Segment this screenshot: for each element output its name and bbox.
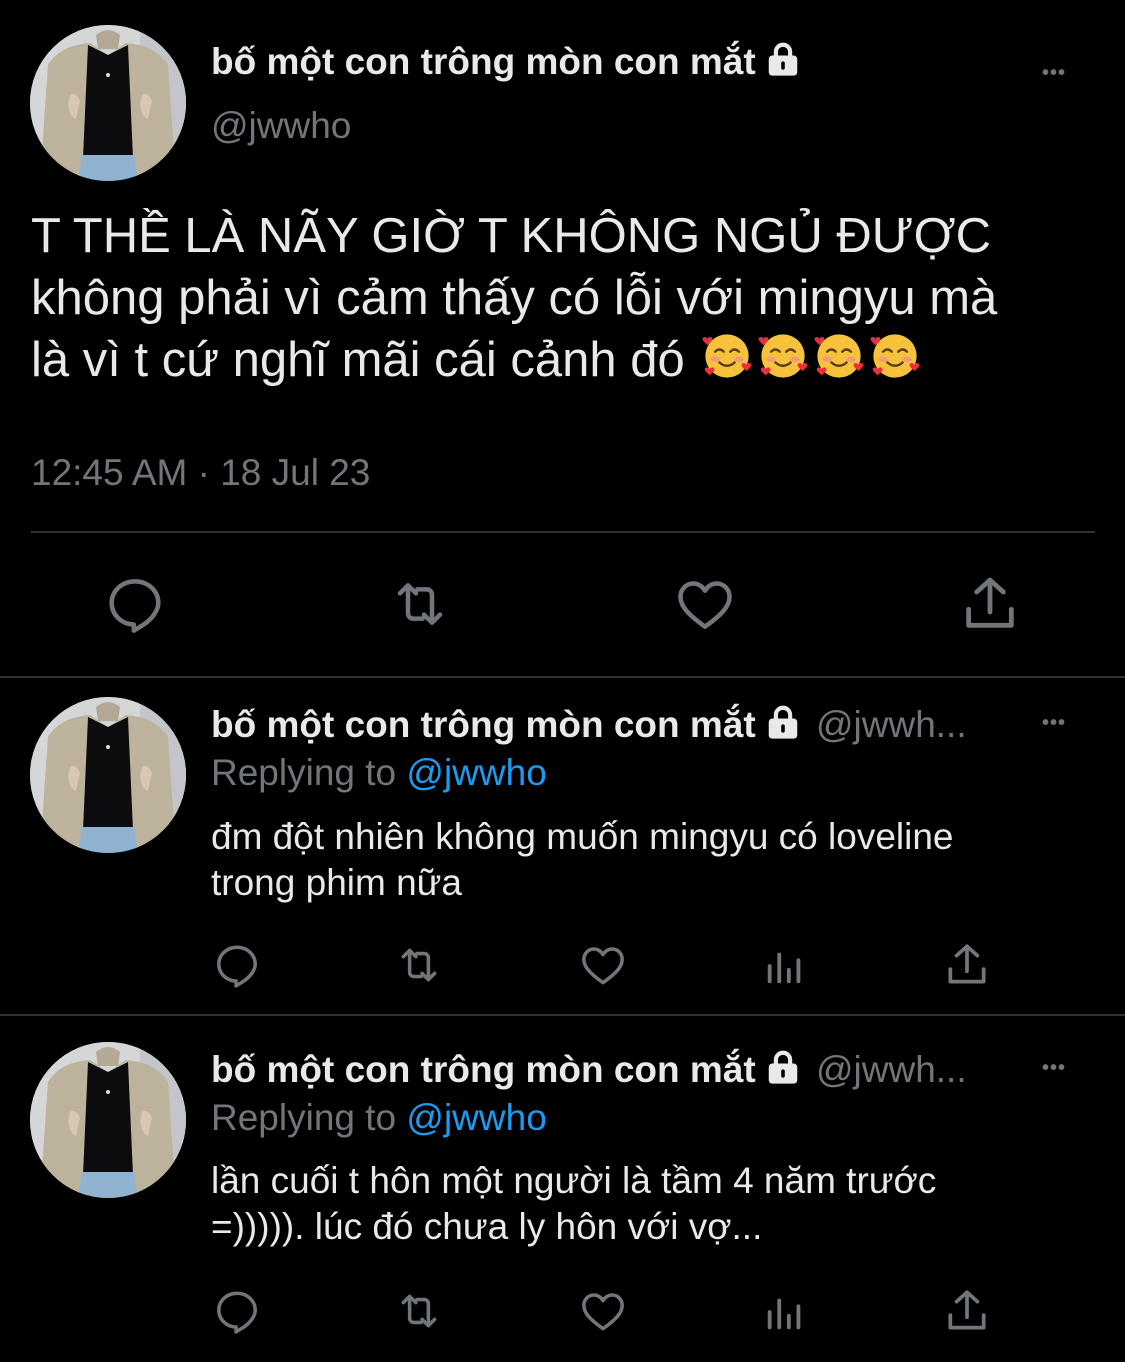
replying-to: Replying to @jwwho	[211, 752, 547, 793]
smiling-face-with-hearts-icon	[701, 330, 753, 397]
smiling-face-with-hearts-icon	[757, 330, 809, 397]
replying-to-link[interactable]: @jwwho	[406, 752, 546, 793]
share-icon[interactable]	[942, 940, 992, 990]
reply-text: lần cuối t hôn một người là tầm 4 năm tr…	[211, 1158, 936, 1250]
handle[interactable]: @jwwh...	[816, 1049, 967, 1090]
more-options-icon[interactable]: •••	[1042, 62, 1066, 85]
avatar[interactable]	[30, 25, 186, 181]
reply-text-line: =))))). lúc đó chưa ly hôn với vợ...	[211, 1206, 763, 1247]
like-icon[interactable]	[673, 572, 737, 636]
divider	[31, 531, 1095, 533]
reply-icon[interactable]	[212, 940, 262, 990]
display-name-row[interactable]: bố một con trông mòn con mắt	[211, 40, 802, 88]
retweet-icon[interactable]	[392, 940, 446, 990]
tweet-text-line: không phải vì cảm thấy có lỗi với mingyu…	[31, 271, 998, 325]
handle[interactable]: @jwwho	[211, 104, 351, 148]
share-icon[interactable]	[942, 1286, 992, 1336]
avatar[interactable]	[30, 1042, 186, 1198]
reply-header: bố một con trông mòn con mắt @jwwh...	[211, 703, 967, 751]
share-icon[interactable]	[958, 572, 1022, 636]
replying-to-link[interactable]: @jwwho	[406, 1097, 546, 1138]
like-icon[interactable]	[578, 1286, 628, 1336]
reply-text-line: đm đột nhiên không muốn mingyu có loveli…	[211, 816, 954, 857]
handle[interactable]: @jwwh...	[816, 704, 967, 745]
lock-icon	[764, 40, 802, 88]
more-options-icon[interactable]: •••	[1042, 712, 1066, 735]
reply-header: bố một con trông mòn con mắt @jwwh...	[211, 1048, 967, 1096]
smiling-face-with-hearts-icon	[869, 330, 921, 397]
divider	[0, 1014, 1125, 1016]
reply-icon[interactable]	[103, 572, 167, 636]
display-name[interactable]: bố một con trông mòn con mắt	[211, 1049, 756, 1090]
lock-icon	[764, 703, 802, 751]
reply-text-line: lần cuối t hôn một người là tầm 4 năm tr…	[211, 1160, 937, 1201]
lock-icon	[764, 1048, 802, 1096]
reply-text-line: trong phim nữa	[211, 862, 463, 903]
smiling-face-with-hearts-icon	[813, 330, 865, 397]
views-icon[interactable]	[762, 943, 808, 989]
views-icon[interactable]	[762, 1289, 808, 1335]
reply-icon[interactable]	[212, 1286, 262, 1336]
tweet-text: T THỀ LÀ NÃY GIỜ T KHÔNG NGỦ ĐƯỢC không …	[31, 205, 997, 397]
display-name[interactable]: bố một con trông mòn con mắt	[211, 41, 756, 82]
divider	[0, 676, 1125, 678]
timestamp[interactable]: 12:45 AM · 18 Jul 23	[31, 451, 370, 495]
tweet-text-line: T THỀ LÀ NÃY GIỜ T KHÔNG NGỦ ĐƯỢC	[31, 209, 991, 263]
tweet-text-line: là vì t cứ nghĩ mãi cái cảnh đó	[31, 329, 997, 397]
retweet-icon[interactable]	[392, 1286, 446, 1336]
avatar[interactable]	[30, 697, 186, 853]
reply-text: đm đột nhiên không muốn mingyu có loveli…	[211, 814, 954, 906]
more-options-icon[interactable]: •••	[1042, 1057, 1066, 1080]
replying-to: Replying to @jwwho	[211, 1097, 547, 1138]
like-icon[interactable]	[578, 940, 628, 990]
display-name[interactable]: bố một con trông mòn con mắt	[211, 704, 756, 745]
retweet-icon[interactable]	[385, 572, 455, 636]
